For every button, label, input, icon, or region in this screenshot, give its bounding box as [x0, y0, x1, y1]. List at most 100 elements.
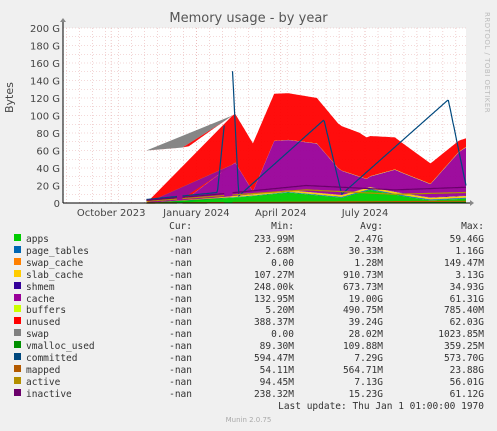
- legend-swatch: [14, 281, 21, 289]
- legend-name: inactive: [26, 388, 72, 400]
- legend-row: slab_cache -nan 107.27M 910.73M 3.13G: [0, 269, 497, 282]
- y-tick-label: 40 G: [36, 164, 60, 175]
- legend-max: 61.31G: [449, 293, 484, 305]
- y-tick-label: 20 G: [36, 182, 60, 193]
- legend-min: 594.47M: [253, 353, 294, 364]
- legend-max: 61.12G: [449, 388, 484, 400]
- last-update: Last update: Thu Jan 1 01:00:00 1970: [278, 401, 484, 412]
- legend-name: shmem: [26, 281, 55, 293]
- y-tick-label: 180 G: [30, 42, 60, 53]
- legend-row: swap -nan 0.00 28.02M 1023.85M: [0, 329, 497, 341]
- legend-name: apps: [26, 234, 49, 245]
- y-tick-label: 160 G: [30, 59, 60, 70]
- legend-min: 0.00: [271, 257, 294, 269]
- legend-max: 785.40M: [443, 305, 484, 317]
- y-tick-label: 120 G: [30, 94, 60, 105]
- legend-min: 388.37M: [253, 317, 294, 329]
- memory-chart: Memory usage - by year Bytes RRDTOOL / T…: [0, 0, 497, 431]
- legend-name: committed: [26, 353, 78, 364]
- legend-row: swap_cache -nan 0.00 1.28M 149.47M: [0, 257, 497, 270]
- munin-version: Munin 2.0.75: [225, 416, 272, 424]
- legend-min: 0.00: [271, 329, 294, 341]
- legend-min: 233.99M: [253, 234, 294, 245]
- legend-avg: 910.73M: [342, 269, 383, 281]
- legend-cur: -nan: [169, 317, 192, 329]
- legend-avg: 19.00G: [348, 293, 383, 305]
- y-tick-label: 200 G: [30, 24, 60, 35]
- legend-avg: 15.23G: [348, 388, 383, 400]
- legend-avg: 39.24G: [348, 317, 383, 329]
- legend-avg: 490.75M: [342, 305, 383, 317]
- legend-max: 59.46G: [449, 234, 484, 245]
- legend-min: 2.68M: [265, 245, 294, 257]
- y-tick-label: 0: [54, 199, 60, 210]
- legend-row: buffers -nan 5.20M 490.75M 785.40M: [0, 305, 497, 317]
- legend-header-avg: Avg:: [360, 221, 383, 232]
- legend-cur: -nan: [169, 341, 192, 353]
- legend-cur: -nan: [169, 388, 192, 400]
- legend-max: 23.88G: [449, 364, 484, 376]
- legend-swatch: [14, 269, 21, 277]
- legend-max: 1023.85M: [438, 329, 484, 341]
- legend-row: mapped -nan 54.11M 564.71M 23.88G: [0, 364, 497, 377]
- legend-swatch: [14, 305, 21, 313]
- legend-cur: -nan: [169, 245, 192, 257]
- legend-name: buffers: [26, 305, 67, 317]
- legend-min: 248.00k: [253, 281, 294, 293]
- legend-max: 56.01G: [449, 376, 484, 388]
- legend-row: unused -nan 388.37M 39.24G 62.03G: [0, 317, 497, 329]
- legend-row: apps -nan 233.99M 2.47G 59.46G: [0, 234, 497, 246]
- legend-avg: 28.02M: [348, 329, 383, 341]
- legend-row: committed -nan 594.47M 7.29G 573.70G: [0, 353, 497, 365]
- legend-min: 107.27M: [253, 269, 294, 281]
- legend-row: active -nan 94.45M 7.13G 56.01G: [0, 376, 497, 389]
- x-tick-label: April 2024: [255, 208, 306, 219]
- legend-swatch: [14, 234, 21, 241]
- legend-swatch: [14, 257, 21, 265]
- legend-cur: -nan: [169, 329, 192, 341]
- legend-swatch: [14, 245, 21, 253]
- legend-name: swap_cache: [26, 257, 84, 269]
- legend-max: 149.47M: [443, 257, 484, 269]
- legend-name: cache: [26, 293, 55, 305]
- y-tick-label: 100 G: [30, 112, 60, 123]
- x-tick-label: January 2024: [162, 208, 230, 219]
- legend-header-max: Max:: [461, 221, 484, 232]
- legend-swatch: [14, 341, 21, 349]
- legend-max: 573.70G: [443, 353, 484, 364]
- legend-avg: 1.28M: [354, 257, 383, 269]
- legend-max: 359.25M: [443, 341, 484, 353]
- legend-row: shmem -nan 248.00k 673.73M 34.93G: [0, 281, 497, 294]
- legend-cur: -nan: [169, 376, 192, 388]
- legend-max: 62.03G: [449, 317, 484, 329]
- legend-name: active: [26, 376, 61, 388]
- legend-min: 5.20M: [265, 305, 294, 317]
- legend-swatch: [14, 293, 21, 301]
- legend-cur: -nan: [169, 353, 192, 364]
- legend-name: unused: [26, 317, 61, 329]
- legend-cur: -nan: [169, 269, 192, 281]
- legend-name: swap: [26, 329, 49, 341]
- y-axis-arrow: [60, 18, 66, 22]
- legend-swatch: [14, 317, 21, 325]
- legend-min: 132.95M: [253, 293, 294, 305]
- legend-swatch: [14, 364, 21, 372]
- legend-name: mapped: [26, 364, 61, 376]
- legend-cur: -nan: [169, 281, 192, 293]
- legend-min: 54.11M: [259, 364, 294, 376]
- legend-swatch: [14, 376, 21, 384]
- legend-avg: 7.13G: [354, 376, 383, 388]
- legend-avg: 30.33M: [348, 245, 383, 257]
- y-tick-label: 140 G: [30, 77, 60, 88]
- legend-name: slab_cache: [26, 269, 84, 281]
- x-tick-label: July 2024: [341, 208, 389, 219]
- plot-area: 0 20 G 40 G 60 G 80 G 100 G 120 G 140 G 160 G 180…: [30, 18, 474, 219]
- legend-name: vmalloc_used: [26, 341, 95, 353]
- legend-name: page_tables: [26, 245, 89, 257]
- legend-header-min: Min:: [271, 221, 294, 232]
- legend-cur: -nan: [169, 234, 192, 245]
- legend-avg: 2.47G: [354, 234, 383, 245]
- legend-row: cache -nan 132.95M 19.00G 61.31G: [0, 293, 497, 306]
- legend-cur: -nan: [169, 305, 192, 317]
- legend-min: 94.45M: [259, 376, 294, 388]
